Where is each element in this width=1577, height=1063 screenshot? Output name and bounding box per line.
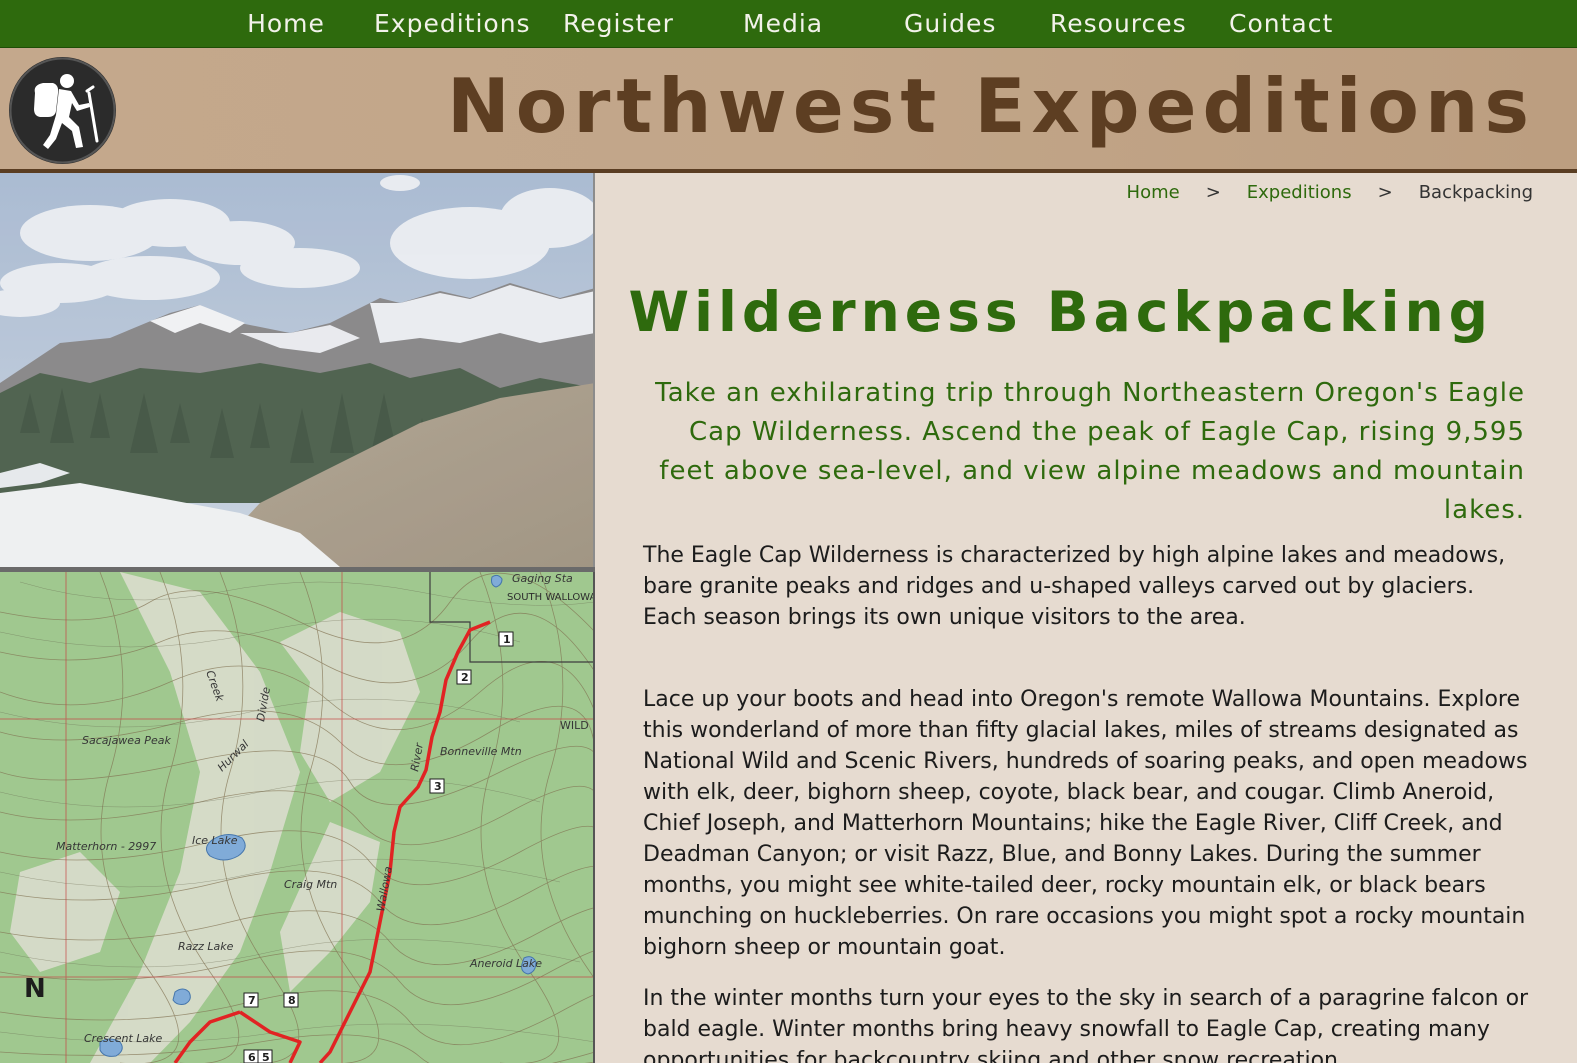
breadcrumb: Home > Expeditions > Backpacking [1127, 182, 1533, 206]
lead-paragraph: Take an exhilarating trip through Northe… [655, 378, 1525, 525]
page-title: Wilderness Backpacking [628, 280, 1493, 344]
site-header: Northwest Expeditions [0, 48, 1577, 173]
site-logo[interactable] [9, 57, 116, 164]
breadcrumb-separator: > [1377, 182, 1393, 203]
breadcrumb-expeditions[interactable]: Expeditions [1247, 182, 1352, 203]
nav-home[interactable]: Home [245, 6, 327, 42]
nav-resources[interactable]: Resources [1050, 6, 1186, 42]
nav-expeditions[interactable]: Expeditions [374, 6, 530, 42]
nav-guides[interactable]: Guides [904, 6, 995, 42]
body-paragraph-1: The Eagle Cap Wilderness is characterize… [643, 543, 1506, 630]
nav-register[interactable]: Register [563, 6, 673, 42]
hiker-icon [9, 57, 116, 164]
topographic-map[interactable]: 1 2 3 7 8 6 5 Sacajawea Peak Matterhorn … [0, 572, 595, 1063]
breadcrumb-home[interactable]: Home [1127, 182, 1180, 203]
nav-contact[interactable]: Contact [1229, 6, 1333, 42]
top-navigation: Home Expeditions Register Media Guides R… [0, 0, 1577, 48]
nav-media[interactable]: Media [743, 6, 823, 42]
site-title: Northwest Expeditions [447, 62, 1535, 150]
body-paragraph-3: In the winter months turn your eyes to t… [643, 986, 1529, 1063]
breadcrumb-separator: > [1205, 182, 1221, 203]
breadcrumb-current: Backpacking [1418, 182, 1533, 203]
body-paragraph-2: Lace up your boots and head into Oregon'… [643, 687, 1528, 960]
mountain-photo [0, 173, 595, 567]
